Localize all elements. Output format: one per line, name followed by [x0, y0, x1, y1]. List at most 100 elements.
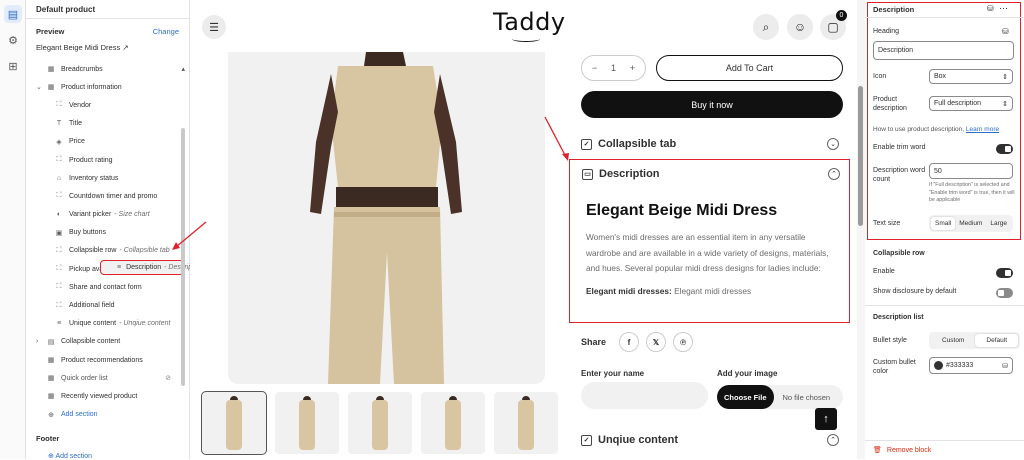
word-count-help: If "Full description" is selected and "E… — [929, 182, 1015, 203]
collapsible-tab-row[interactable]: ✓ Collapsible tab ⌄ — [581, 134, 843, 154]
bullet-style-custom[interactable]: Custom — [931, 334, 975, 347]
bullet-style-default[interactable]: Default — [975, 334, 1019, 347]
section-tree: ▦ Breadcrumbs ▴ ⌄ ▦ Product information ⛶ Vendo… — [26, 60, 203, 424]
tree-item-additional-field[interactable]: ⛶ Additional field — [26, 296, 189, 314]
description-row[interactable]: ▭ Description ⌃ — [582, 164, 844, 184]
apps-icon[interactable]: ⊞ — [4, 57, 22, 75]
thumbnail-1[interactable] — [201, 391, 267, 455]
more-icon[interactable]: ⋯ — [999, 3, 1008, 14]
tree-item-buy-buttons[interactable]: ▣ Buy buttons — [26, 224, 189, 242]
tree-item-quick-order-list[interactable]: ▦ Quick order list ⊘ — [26, 369, 189, 387]
tree-item-share-and-contact-form[interactable]: ⛶ Share and contact form — [26, 278, 189, 296]
color-swatch[interactable] — [934, 361, 943, 370]
text-size-medium[interactable]: Medium — [955, 217, 986, 230]
tree-item-description[interactable]: ≡ Description - Description — [100, 260, 203, 276]
chevron-up-icon: ⌃ — [827, 434, 839, 446]
text-size-large[interactable]: Large — [986, 217, 1011, 230]
tree-item-product-information[interactable]: ⌄ ▦ Product information — [26, 78, 189, 96]
layout-icon: ▦ — [47, 375, 55, 383]
cart-count-badge: 0 — [836, 10, 847, 21]
scroll-up-icon[interactable]: ▴ — [181, 65, 185, 73]
tree-item-label: Breadcrumbs — [61, 65, 103, 73]
tree-item-vendor[interactable]: ⛶ Vendor — [26, 96, 189, 114]
product-desc-select[interactable]: Full description ⇕ — [929, 96, 1013, 111]
tree-item-note: - Collapsible tab — [119, 247, 170, 255]
choose-file-button[interactable]: Choose File — [717, 385, 774, 409]
tree-item-label: Vendor — [69, 101, 92, 109]
tree-item-collapsible-row[interactable]: ⛶ Collapsible row - Collapsible tab — [26, 242, 189, 260]
remove-block-button[interactable]: 🗑 Remove block — [873, 446, 931, 455]
hidden-icon[interactable]: ⊘ — [165, 374, 171, 382]
tree-item-inventory-status[interactable]: ⌂ Inventory status — [26, 169, 189, 187]
preview-scrollbar[interactable] — [857, 0, 865, 459]
thumbnail-4[interactable] — [421, 392, 485, 454]
tree-item-unique-content[interactable]: ≡ Unique content - Unqiue content — [26, 315, 189, 333]
search-icon[interactable]: ⌕ — [753, 14, 779, 40]
tree-item-label: Add section — [61, 411, 98, 419]
bullet-color-value: #333333 — [946, 362, 974, 369]
bullet-color-input[interactable]: #333333 ⛁ — [929, 357, 1013, 374]
enable-toggle[interactable] — [996, 268, 1013, 278]
settings-icon[interactable]: ⚙ — [4, 31, 22, 49]
tree-item-breadcrumbs[interactable]: ▦ Breadcrumbs ▴ — [26, 60, 189, 78]
product-main-image[interactable] — [228, 52, 545, 384]
preview-product[interactable]: Elegant Beige Midi Dress ↗ — [36, 43, 179, 52]
tree-item-label: Collapsible content — [61, 338, 121, 346]
facebook-icon[interactable]: f — [619, 332, 640, 352]
tree-item-collapsible-content[interactable]: › ▤ Collapsible content — [26, 333, 189, 351]
add-to-cart-button[interactable]: Add To Cart — [656, 55, 843, 81]
text-size-small[interactable]: Small — [931, 217, 956, 230]
thumbnail-5[interactable] — [494, 392, 558, 454]
file-input[interactable]: Choose File No file chosen — [717, 385, 843, 409]
quantity-stepper[interactable]: − 1 + — [581, 55, 646, 81]
icon-select[interactable]: Box ⇕ — [929, 69, 1013, 84]
cart-icon: ▣ — [55, 229, 63, 237]
description-body: Women's midi dresses are an essential it… — [586, 230, 836, 299]
qty-value[interactable]: 1 — [611, 63, 616, 73]
sections-icon[interactable]: ▤ — [4, 5, 22, 23]
unique-content-row[interactable]: ✓ Unqiue content ⌃ — [581, 430, 843, 450]
tree-item-price[interactable]: ◈ Price — [26, 133, 189, 151]
tree-item-product-rating[interactable]: ⛶ Product rating — [26, 151, 189, 169]
heading-input[interactable]: Description — [873, 41, 1014, 60]
name-input[interactable] — [581, 382, 708, 409]
tree-item-label: Quick order list — [61, 374, 108, 382]
tree-item-variant-picker[interactable]: ◐ Variant picker - Size chart — [26, 206, 189, 224]
howto-text: How to use product description, Learn mo… — [873, 126, 999, 133]
panel-scrollbar[interactable] — [181, 128, 185, 386]
checkbox-icon: ✓ — [581, 434, 592, 446]
store-logo[interactable]: Taddy — [493, 8, 566, 36]
qty-minus[interactable]: − — [592, 63, 597, 73]
chevron-down-icon[interactable]: ⌄ — [36, 83, 44, 91]
buy-now-button[interactable]: Buy it now — [581, 91, 843, 118]
account-icon[interactable]: ☺ — [787, 14, 813, 40]
tree-item-countdown-timer-and-promo[interactable]: ⛶ Countdown timer and promo — [26, 187, 189, 205]
tree-item-add-section[interactable]: ⊕ Add section — [26, 406, 189, 424]
dashed-box-icon: ⛶ — [56, 156, 62, 164]
chevron-right-icon[interactable]: › — [36, 338, 44, 345]
disclosure-toggle[interactable] — [996, 288, 1013, 298]
database-icon[interactable]: ⛁ — [987, 4, 994, 13]
external-link-icon[interactable]: ↗ — [122, 43, 128, 52]
scroll-top-button[interactable]: ↑ — [815, 408, 837, 430]
tree-item-title[interactable]: T Title — [26, 115, 189, 133]
panel-title: Default product — [26, 0, 189, 19]
tree-item-recently-viewed-product[interactable]: ▦ Recently viewed product — [26, 387, 189, 405]
trim-toggle[interactable] — [996, 144, 1013, 154]
change-link[interactable]: Change — [153, 27, 179, 36]
database-icon[interactable]: ⛁ — [1002, 362, 1008, 370]
tree-item-label: Buy buttons — [69, 229, 106, 237]
dynamic-source-icon[interactable]: ⛁ — [1002, 27, 1009, 36]
name-label: Enter your name — [581, 369, 645, 378]
word-count-input[interactable]: 50 — [929, 163, 1013, 179]
pinterest-icon[interactable]: ℗ — [673, 332, 694, 352]
qty-plus[interactable]: + — [630, 63, 635, 73]
disclosure-label: Show disclosure by default — [873, 288, 957, 295]
thumbnail-2[interactable] — [275, 392, 339, 454]
thumbnail-3[interactable] — [348, 392, 412, 454]
menu-icon[interactable]: ☰ — [202, 15, 226, 39]
learn-more-link[interactable]: Learn more — [966, 126, 999, 133]
tree-item-product-recommendations[interactable]: ▦ Product recommendations — [26, 351, 189, 369]
collapsible-icon: ▤ — [47, 338, 55, 346]
x-icon[interactable]: 𝕏 — [646, 332, 667, 352]
